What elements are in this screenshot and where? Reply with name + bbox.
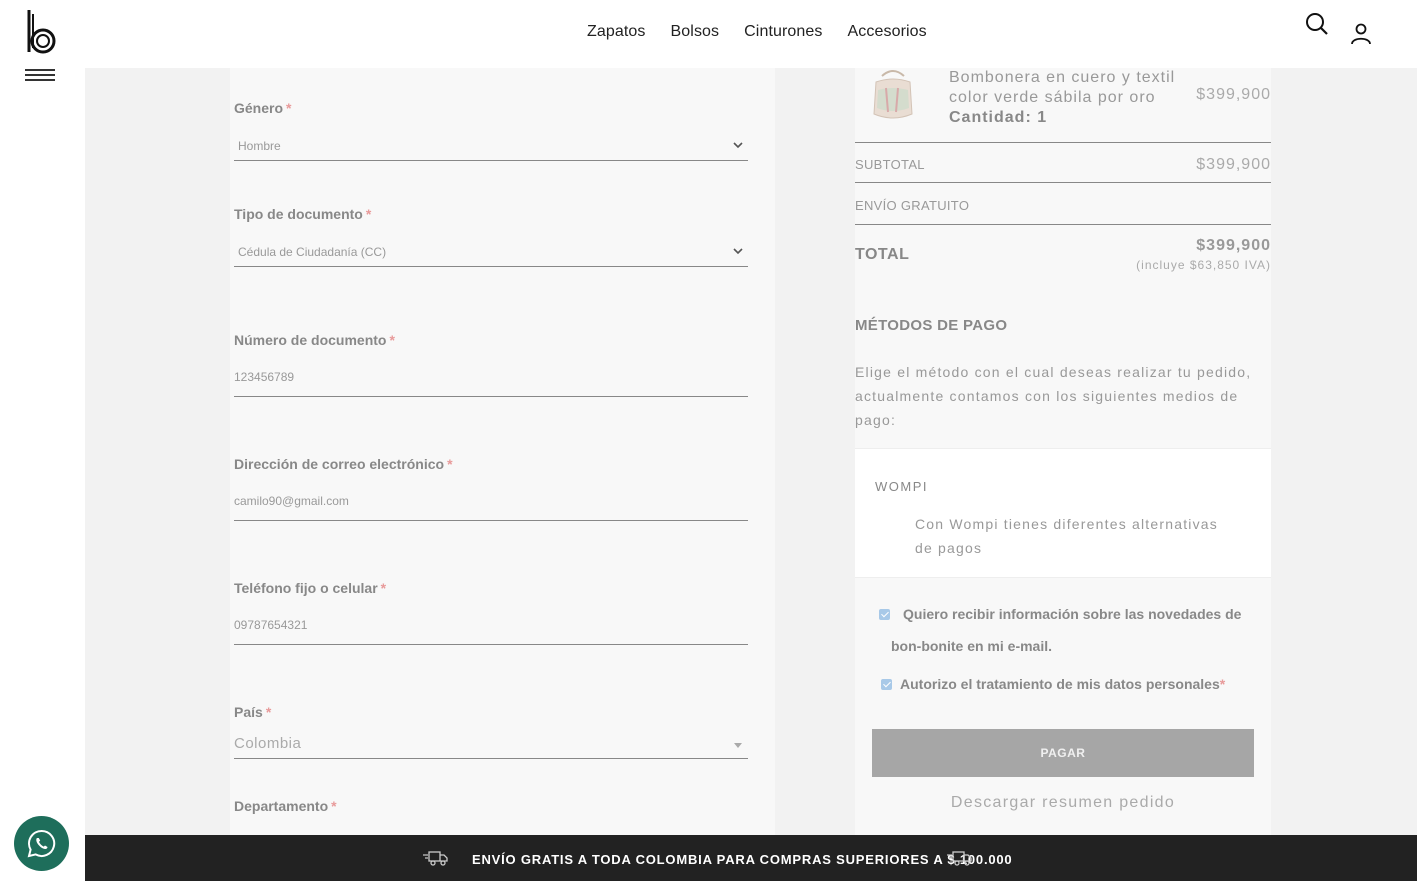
iva-note: (incluye $63,850 IVA) <box>1136 258 1271 272</box>
whatsapp-chat-button[interactable] <box>14 816 69 871</box>
download-summary-link[interactable]: Descargar resumen pedido <box>855 794 1271 812</box>
email-input[interactable]: camilo90@gmail.com <box>234 493 748 521</box>
email-label: Dirección de correo electrónico * <box>234 456 453 472</box>
customer-form <box>230 68 775 835</box>
wompi-description: Con Wompi tienes diferentes alternativas… <box>915 516 1218 556</box>
total-label: TOTAL <box>855 246 910 263</box>
chevron-down-icon <box>733 248 743 255</box>
pay-button[interactable]: PAGAR <box>872 729 1254 777</box>
main-nav: Zapatos Bolsos Cinturones Accesorios <box>587 23 952 41</box>
nav-item-cinturones[interactable]: Cinturones <box>744 23 822 41</box>
divider <box>855 142 1271 143</box>
payment-option-wompi[interactable]: WOMPI Con Wompi tienes diferentes altern… <box>855 448 1271 578</box>
phone-label: Teléfono fijo o celular * <box>234 580 387 596</box>
payment-methods-description: Elige el método con el cual deseas reali… <box>855 364 1252 428</box>
product-thumbnail <box>873 70 913 119</box>
free-shipping-banner: ENVÍO GRATIS A TODA COLOMBIA PARA COMPRA… <box>85 835 1417 881</box>
chevron-down-icon <box>733 142 743 149</box>
free-shipping-text: ENVÍO GRATIS A TODA COLOMBIA PARA COMPRA… <box>472 852 1013 867</box>
gender-select[interactable]: Hombre <box>234 138 748 161</box>
whatsapp-icon <box>27 829 56 858</box>
order-summary: Bombonera en cuero y textil color verde … <box>855 68 1271 835</box>
delivery-truck-icon <box>423 851 448 866</box>
phone-input[interactable]: 09787654321 <box>234 617 748 645</box>
phone-value: 09787654321 <box>234 618 308 632</box>
gender-value: Hombre <box>238 139 281 153</box>
payment-methods-title: MÉTODOS DE PAGO <box>855 317 1008 334</box>
subtotal-value: $399,900 <box>1196 156 1271 173</box>
email-value: camilo90@gmail.com <box>234 494 349 508</box>
nav-item-zapatos[interactable]: Zapatos <box>587 23 646 41</box>
user-account-icon[interactable] <box>1349 22 1373 46</box>
doc-type-select[interactable]: Cédula de Ciudadanía (CC) <box>234 244 748 267</box>
nav-item-bolsos[interactable]: Bolsos <box>671 23 720 41</box>
newsletter-checkbox[interactable] <box>879 609 890 620</box>
total-value: $399,900 <box>1196 237 1271 254</box>
menu-hamburger-icon[interactable] <box>25 69 55 85</box>
product-price: $399,900 <box>1196 86 1271 103</box>
checkout-content: Género * Hombre Tipo de documento * Cédula… <box>85 68 1417 835</box>
divider <box>855 224 1271 225</box>
country-value: Colombia <box>234 735 302 752</box>
department-label: Departamento * <box>234 798 337 814</box>
doc-number-label: Número de documento * <box>234 332 395 348</box>
product-quantity: Cantidad: 1 <box>949 109 1048 126</box>
data-consent-label: Autorizo el tratamiento de mis datos per… <box>900 676 1226 692</box>
doc-type-label: Tipo de documento * <box>234 206 372 222</box>
brand-logo-icon[interactable] <box>24 8 58 56</box>
data-consent-checkbox[interactable] <box>881 679 892 690</box>
caret-down-icon <box>734 743 742 748</box>
delivery-truck-icon <box>947 851 972 866</box>
country-select[interactable]: Colombia <box>234 736 748 759</box>
country-label: País * <box>234 704 272 720</box>
doc-number-input[interactable]: 123456789 <box>234 369 748 397</box>
nav-item-accesorios[interactable]: Accesorios <box>848 23 927 41</box>
left-rail <box>0 68 85 881</box>
gender-label: Género * <box>234 100 292 116</box>
newsletter-consent-label: Quiero recibir información sobre las nov… <box>891 606 1242 654</box>
subtotal-label: SUBTOTAL <box>855 157 925 172</box>
site-header: Zapatos Bolsos Cinturones Accesorios <box>0 0 1417 68</box>
search-icon[interactable] <box>1305 12 1329 36</box>
doc-type-value: Cédula de Ciudadanía (CC) <box>238 245 387 259</box>
shipping-label: ENVÍO GRATUITO <box>855 198 970 213</box>
divider <box>855 182 1271 183</box>
wompi-label: WOMPI <box>875 479 928 494</box>
product-name: Bombonera en cuero y textil color verde … <box>949 69 1176 126</box>
doc-number-value: 123456789 <box>234 370 295 384</box>
